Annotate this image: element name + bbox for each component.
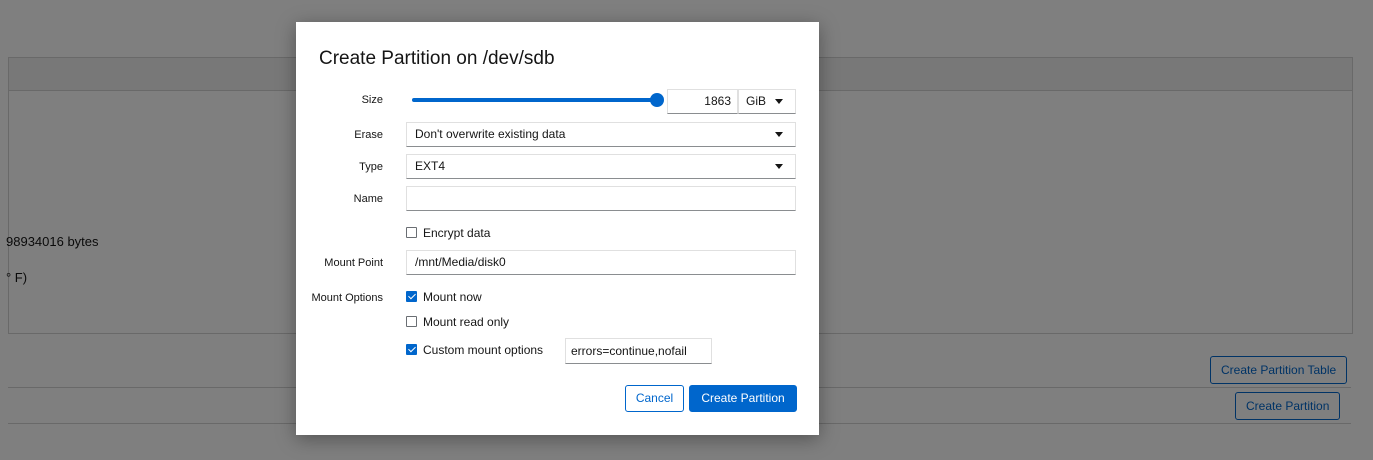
- encrypt-checkbox[interactable]: [406, 227, 417, 238]
- custom-options-checkbox[interactable]: [406, 344, 417, 355]
- read-only-label: Mount read only: [423, 315, 510, 329]
- custom-options-row[interactable]: Custom mount options: [406, 343, 543, 357]
- dialog-title: Create Partition on /dev/sdb: [319, 48, 555, 69]
- size-unit-select[interactable]: GiB: [738, 89, 796, 114]
- erase-value: Don't overwrite existing data: [415, 127, 566, 141]
- size-slider-track[interactable]: [412, 98, 657, 102]
- type-label: Type: [359, 161, 383, 173]
- cancel-button[interactable]: Cancel: [625, 385, 684, 412]
- name-label: Name: [353, 193, 383, 205]
- custom-options-label: Custom mount options: [423, 343, 544, 357]
- mount-now-checkbox[interactable]: [406, 291, 417, 302]
- encrypt-checkbox-row[interactable]: Encrypt data: [406, 226, 490, 240]
- mount-point-label: Mount Point: [324, 257, 383, 269]
- mount-point-input[interactable]: /mnt/Media/disk0: [406, 250, 796, 275]
- mount-now-row[interactable]: Mount now: [406, 290, 482, 304]
- type-value: EXT4: [415, 159, 446, 173]
- caret-down-icon: [775, 99, 783, 104]
- size-input[interactable]: 1863: [667, 89, 738, 114]
- read-only-checkbox[interactable]: [406, 316, 417, 327]
- create-partition-button[interactable]: Create Partition: [689, 385, 797, 412]
- erase-select[interactable]: Don't overwrite existing data: [406, 122, 796, 147]
- read-only-row[interactable]: Mount read only: [406, 315, 509, 329]
- mount-now-label: Mount now: [423, 290, 482, 304]
- type-select[interactable]: EXT4: [406, 154, 796, 179]
- size-unit-value: GiB: [746, 94, 767, 108]
- encrypt-label: Encrypt data: [423, 226, 491, 240]
- caret-down-icon: [775, 164, 783, 169]
- size-slider-handle[interactable]: [650, 93, 664, 107]
- create-partition-dialog: Create Partition on /dev/sdb Size 1863 G…: [296, 22, 819, 435]
- size-label: Size: [361, 94, 383, 106]
- custom-options-input[interactable]: errors=continue,nofail: [565, 338, 712, 364]
- caret-down-icon: [775, 132, 783, 137]
- name-input[interactable]: [406, 186, 796, 211]
- mount-options-label: Mount Options: [311, 292, 383, 304]
- erase-label: Erase: [354, 129, 383, 141]
